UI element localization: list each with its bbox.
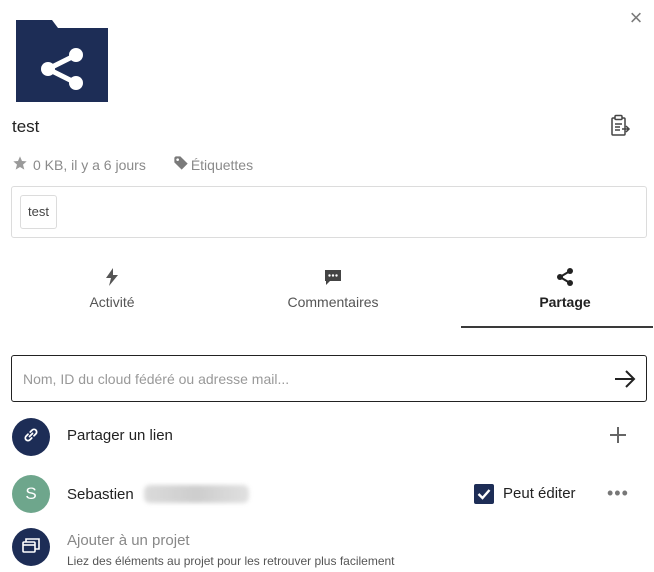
redacted-text <box>144 485 249 503</box>
share-search-box[interactable] <box>11 355 647 402</box>
close-button[interactable]: × <box>624 6 648 30</box>
tab-comments[interactable]: Commentaires <box>233 266 433 310</box>
avatar: S <box>12 475 50 513</box>
close-icon: × <box>629 5 643 30</box>
add-to-project-hint: Liez des éléments au projet pour les ret… <box>67 554 395 568</box>
more-options-icon[interactable]: ••• <box>607 484 629 502</box>
size-date: 0 KB, il y a 6 jours <box>33 156 146 173</box>
star-icon[interactable] <box>12 155 28 174</box>
share-search-input[interactable] <box>13 357 603 400</box>
project-icon <box>22 537 40 558</box>
tags-label: Étiquettes <box>190 156 254 173</box>
tab-activity[interactable]: Activité <box>12 266 212 310</box>
arrow-right-icon[interactable] <box>612 367 638 391</box>
tab-label: Commentaires <box>287 294 379 310</box>
tab-label: Activité <box>89 294 135 310</box>
comment-icon <box>233 266 433 288</box>
share-icon <box>465 266 654 288</box>
file-name: test <box>12 117 40 136</box>
link-avatar <box>12 418 50 456</box>
tags-toggle[interactable]: Étiquettes <box>173 155 253 174</box>
add-to-project-label[interactable]: Ajouter à un projet <box>67 532 190 549</box>
project-avatar[interactable] <box>12 528 50 566</box>
active-tab-indicator <box>461 326 653 328</box>
tag-chip[interactable]: test <box>20 195 57 229</box>
file-meta: 0 KB, il y a 6 jours Étiquettes <box>12 155 253 174</box>
tag-icon <box>173 155 189 174</box>
share-link-label[interactable]: Partager un lien <box>67 427 173 444</box>
link-icon <box>22 426 40 449</box>
tab-sharing[interactable]: Partage <box>465 266 654 310</box>
avatar-initial: S <box>25 484 37 503</box>
share-user-name: Sebastien <box>67 486 134 503</box>
tags-input[interactable]: test <box>11 186 647 238</box>
shared-folder-icon <box>16 20 108 102</box>
can-edit-checkbox[interactable] <box>474 484 494 504</box>
clipboard-icon[interactable] <box>609 114 631 138</box>
add-link-button[interactable] <box>605 422 631 448</box>
tab-label: Partage <box>539 294 591 310</box>
lightning-icon <box>12 266 212 288</box>
can-edit-label[interactable]: Peut éditer <box>503 485 576 502</box>
